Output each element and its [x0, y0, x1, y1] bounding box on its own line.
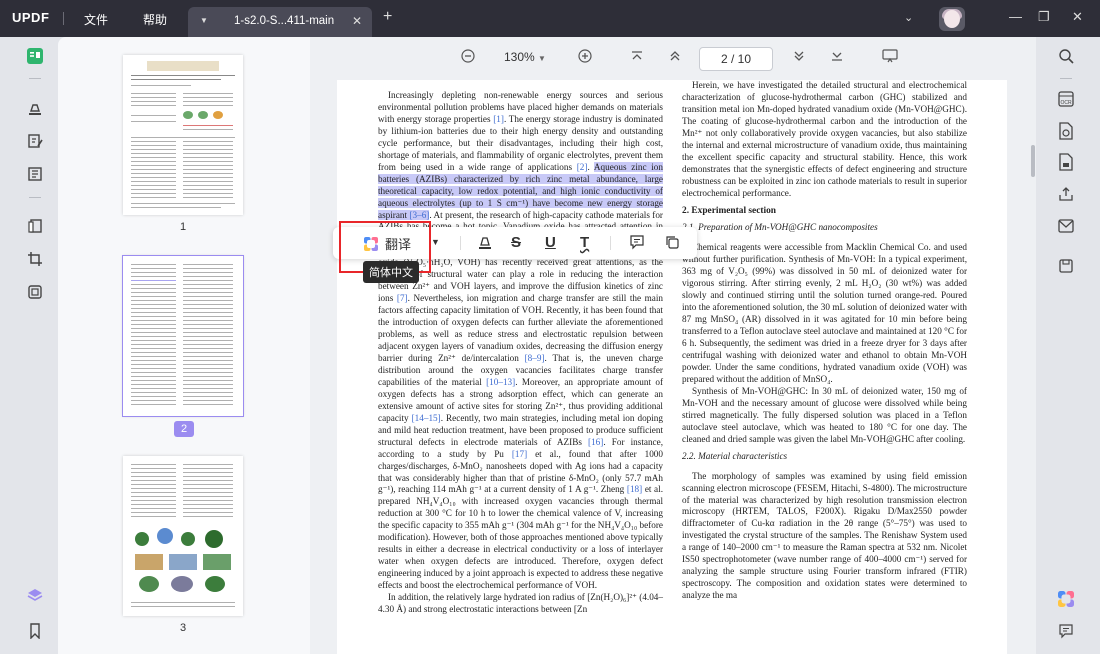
- tab-title: 1-s2.0-S...411-main: [234, 15, 335, 27]
- document-tab[interactable]: ▼ 1-s2.0-S...411-main ✕: [188, 7, 372, 37]
- highlighter-icon[interactable]: [26, 99, 44, 117]
- citation-link[interactable]: [10–13]: [486, 377, 515, 387]
- text-run: In addition, the relatively large hydrat…: [378, 592, 663, 614]
- vertical-scrollbar[interactable]: [1031, 145, 1035, 177]
- paragraph[interactable]: Increasingly depleting non-renewable ene…: [378, 90, 663, 592]
- next-page-button[interactable]: [792, 49, 806, 63]
- zoom-level[interactable]: 130% ▼: [504, 50, 546, 64]
- bookmark-icon[interactable]: [26, 622, 44, 640]
- citation-link[interactable]: [1]: [493, 114, 504, 124]
- new-tab-button[interactable]: +: [383, 8, 392, 26]
- zoom-out-button[interactable]: [461, 49, 475, 63]
- paragraph[interactable]: The morphology of samples was examined b…: [682, 471, 967, 602]
- citation-link[interactable]: [2]: [577, 162, 588, 172]
- svg-text:OCR: OCR: [1060, 100, 1072, 106]
- title-bar: UPDF 文件 帮助 ▼ 1-s2.0-S...411-main ✕ + ⌄ —…: [0, 0, 1100, 37]
- text-run: et al. prepared NH₄V₄O₁₀ with increased …: [378, 484, 663, 591]
- page-number-input[interactable]: 2 / 10: [699, 47, 773, 71]
- thumbnail-number-3: 3: [179, 622, 187, 634]
- organize-pages-icon[interactable]: [26, 217, 44, 235]
- paragraph[interactable]: Synthesis of Mn-VOH@GHC: In 30 mL of dei…: [682, 386, 967, 446]
- convert-pdf-icon[interactable]: [1057, 122, 1075, 140]
- menu-help[interactable]: 帮助: [143, 11, 167, 28]
- paragraph[interactable]: In addition, the relatively large hydrat…: [378, 592, 663, 616]
- thumbnail-number-2: 2: [174, 421, 194, 437]
- paragraph[interactable]: Herein, we have investigated the detaile…: [682, 80, 967, 200]
- section-heading: 2. Experimental section: [682, 205, 776, 216]
- chevron-down-icon[interactable]: ▼: [431, 237, 440, 247]
- page-thumbnail-1[interactable]: [123, 55, 243, 215]
- crop-icon[interactable]: [26, 250, 44, 268]
- chevron-down-icon[interactable]: ⌄: [904, 11, 913, 24]
- app-logo: UPDF: [12, 10, 50, 25]
- citation-link[interactable]: [16]: [588, 437, 603, 447]
- ai-assistant-icon[interactable]: [1057, 590, 1075, 608]
- close-window-button[interactable]: ✕: [1072, 9, 1083, 25]
- reader-mode-icon[interactable]: [26, 47, 44, 65]
- first-page-button[interactable]: [630, 49, 644, 63]
- share-icon[interactable]: [1057, 185, 1075, 203]
- highlighter-icon: [479, 237, 491, 249]
- copy-button[interactable]: [664, 234, 680, 250]
- citation-link[interactable]: [8–9]: [525, 353, 545, 363]
- text-run: .: [587, 161, 594, 172]
- subsection-heading: 2.1. Preparation of Mn-VOH@GHC nanocompo…: [682, 222, 878, 233]
- viewer-toolbar: 130% ▼ 2 / 10: [310, 37, 1036, 81]
- protect-pdf-icon[interactable]: [1057, 153, 1075, 171]
- squiggly-button[interactable]: T: [580, 234, 589, 251]
- left-tool-bar: [10, 37, 58, 654]
- convert-icon[interactable]: [26, 283, 44, 301]
- user-avatar[interactable]: [939, 7, 965, 31]
- comment-icon: [630, 235, 644, 250]
- previous-page-button[interactable]: [668, 49, 682, 63]
- highlight-text-button[interactable]: [477, 234, 493, 250]
- menu-file[interactable]: 文件: [84, 11, 108, 28]
- text-column-right[interactable]: Herein, we have investigated the detaile…: [682, 80, 967, 602]
- underline-button[interactable]: U: [545, 234, 556, 251]
- citation-link[interactable]: [17]: [512, 449, 527, 459]
- thumbnail-number-1: 1: [179, 221, 187, 233]
- layers-icon[interactable]: [26, 587, 44, 605]
- citation-link[interactable]: [7]: [397, 293, 408, 303]
- document-viewer: 130% ▼ 2 / 10 Increasingly depleting non…: [310, 37, 1036, 654]
- slideshow-icon[interactable]: [882, 49, 898, 63]
- citation-link[interactable]: [3–6]: [409, 209, 430, 220]
- right-tool-bar: OCR: [1046, 37, 1100, 654]
- email-icon[interactable]: [1057, 217, 1075, 235]
- text-column-left[interactable]: Increasingly depleting non-renewable ene…: [378, 90, 663, 616]
- pdf-page[interactable]: Increasingly depleting non-renewable ene…: [337, 80, 1007, 654]
- comment-button[interactable]: [629, 234, 645, 250]
- save-icon[interactable]: [1057, 257, 1075, 275]
- minimize-button[interactable]: —: [1009, 9, 1022, 24]
- subsection-heading: 2.2. Material characteristics: [682, 450, 788, 461]
- ocr-icon[interactable]: OCR: [1057, 90, 1075, 108]
- zoom-in-button[interactable]: [578, 49, 592, 63]
- last-page-button[interactable]: [830, 49, 844, 63]
- form-icon[interactable]: [26, 165, 44, 183]
- copy-icon: [666, 236, 679, 249]
- citation-link[interactable]: [14–15]: [412, 413, 441, 423]
- restore-button[interactable]: ❐: [1038, 9, 1050, 25]
- tab-close-icon[interactable]: ✕: [352, 14, 362, 28]
- strikethrough-button[interactable]: S: [511, 234, 521, 251]
- citation-link[interactable]: [18]: [627, 484, 642, 494]
- paragraph[interactable]: Chemical reagents were accessible from M…: [682, 242, 967, 385]
- search-icon[interactable]: [1057, 47, 1075, 65]
- tab-dropdown-icon[interactable]: ▼: [200, 16, 208, 25]
- language-tooltip: 简体中文: [363, 261, 419, 283]
- page-thumbnail-2[interactable]: [122, 255, 244, 417]
- page-thumbnail-3[interactable]: [123, 456, 243, 616]
- comments-panel-icon[interactable]: [1057, 622, 1075, 640]
- edit-pdf-icon[interactable]: [26, 132, 44, 150]
